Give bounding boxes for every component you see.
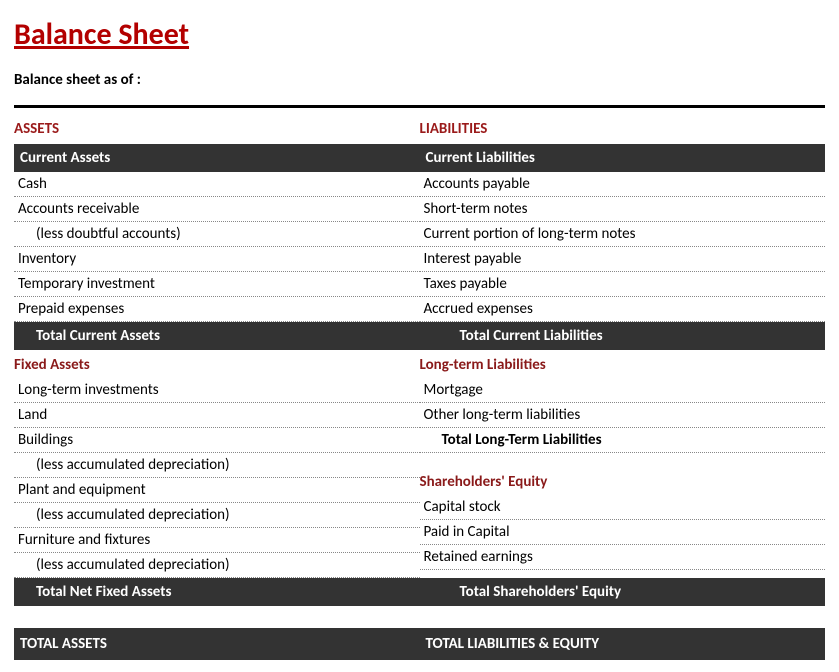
assets-heading: ASSETS	[14, 116, 420, 144]
line-item: Temporary investment	[14, 272, 420, 297]
line-item: Accounts receivable	[14, 197, 420, 222]
total-liabilities-equity: TOTAL LIABILITIES & EQUITY	[420, 628, 826, 660]
line-item: Other long-term liabilities	[420, 403, 826, 428]
line-item: Short-term notes	[420, 197, 826, 222]
line-item: Taxes payable	[420, 272, 826, 297]
line-item: Accounts payable	[420, 172, 826, 197]
total-net-fixed-assets: Total Net Fixed Assets	[14, 578, 420, 606]
line-item: Capital stock	[420, 495, 826, 520]
spacer	[14, 606, 825, 628]
total-current-assets: Total Current Assets	[14, 322, 420, 350]
section-totals-row: Total Net Fixed Assets Total Shareholder…	[14, 578, 825, 606]
line-item: Current portion of long-term notes	[420, 222, 826, 247]
line-item: Retained earnings	[420, 545, 826, 570]
line-item: (less doubtful accounts)	[14, 222, 420, 247]
line-item: Plant and equipment	[14, 478, 420, 503]
longterm-liabilities-header: Long-term Liabilities	[420, 350, 826, 378]
line-item: Long-term investments	[14, 378, 420, 403]
page-title: Balance Sheet	[14, 16, 825, 53]
second-section-headers: Fixed Assets Long-term Liabilities	[14, 350, 825, 378]
line-item: Accrued expenses	[420, 297, 826, 322]
line-item: Mortgage	[420, 378, 826, 403]
current-assets-list: Cash Accounts receivable (less doubtful …	[14, 172, 420, 322]
line-item: Buildings	[14, 428, 420, 453]
line-item: Prepaid expenses	[14, 297, 420, 322]
divider	[14, 105, 825, 108]
line-item: (less accumulated depreciation)	[14, 453, 420, 478]
line-item: Furniture and fixtures	[14, 528, 420, 553]
current-items: Cash Accounts receivable (less doubtful …	[14, 172, 825, 322]
liabilities-heading: LIABILITIES	[420, 116, 826, 144]
line-item: Cash	[14, 172, 420, 197]
current-liabilities-list: Accounts payable Short-term notes Curren…	[420, 172, 826, 322]
section-headings-row: ASSETS LIABILITIES	[14, 116, 825, 144]
grand-total-row: TOTAL ASSETS TOTAL LIABILITIES & EQUITY	[14, 628, 825, 660]
right-lower-list: Mortgage Other long-term liabilities Tot…	[420, 378, 826, 578]
total-current-liabilities: Total Current Liabilities	[420, 322, 826, 350]
spacer	[420, 453, 826, 467]
current-assets-header: Current Assets	[14, 144, 420, 172]
shareholders-equity-header: Shareholders' Equity	[420, 467, 826, 495]
line-item: Inventory	[14, 247, 420, 272]
line-item: Land	[14, 403, 420, 428]
total-assets: TOTAL ASSETS	[14, 628, 420, 660]
line-item: Paid in Capital	[420, 520, 826, 545]
fixed-assets-list: Long-term investments Land Buildings (le…	[14, 378, 420, 578]
current-liabilities-header: Current Liabilities	[420, 144, 826, 172]
fixed-assets-header: Fixed Assets	[14, 350, 420, 378]
current-totals-row: Total Current Assets Total Current Liabi…	[14, 322, 825, 350]
line-item: (less accumulated depreciation)	[14, 553, 420, 578]
line-item: Interest payable	[420, 247, 826, 272]
as-of-label: Balance sheet as of :	[14, 71, 825, 89]
second-section-body: Long-term investments Land Buildings (le…	[14, 378, 825, 578]
total-longterm-liabilities: Total Long-Term Liabilities	[420, 428, 826, 453]
total-shareholders-equity: Total Shareholders' Equity	[420, 578, 826, 606]
line-item: (less accumulated depreciation)	[14, 503, 420, 528]
current-header-row: Current Assets Current Liabilities	[14, 144, 825, 172]
